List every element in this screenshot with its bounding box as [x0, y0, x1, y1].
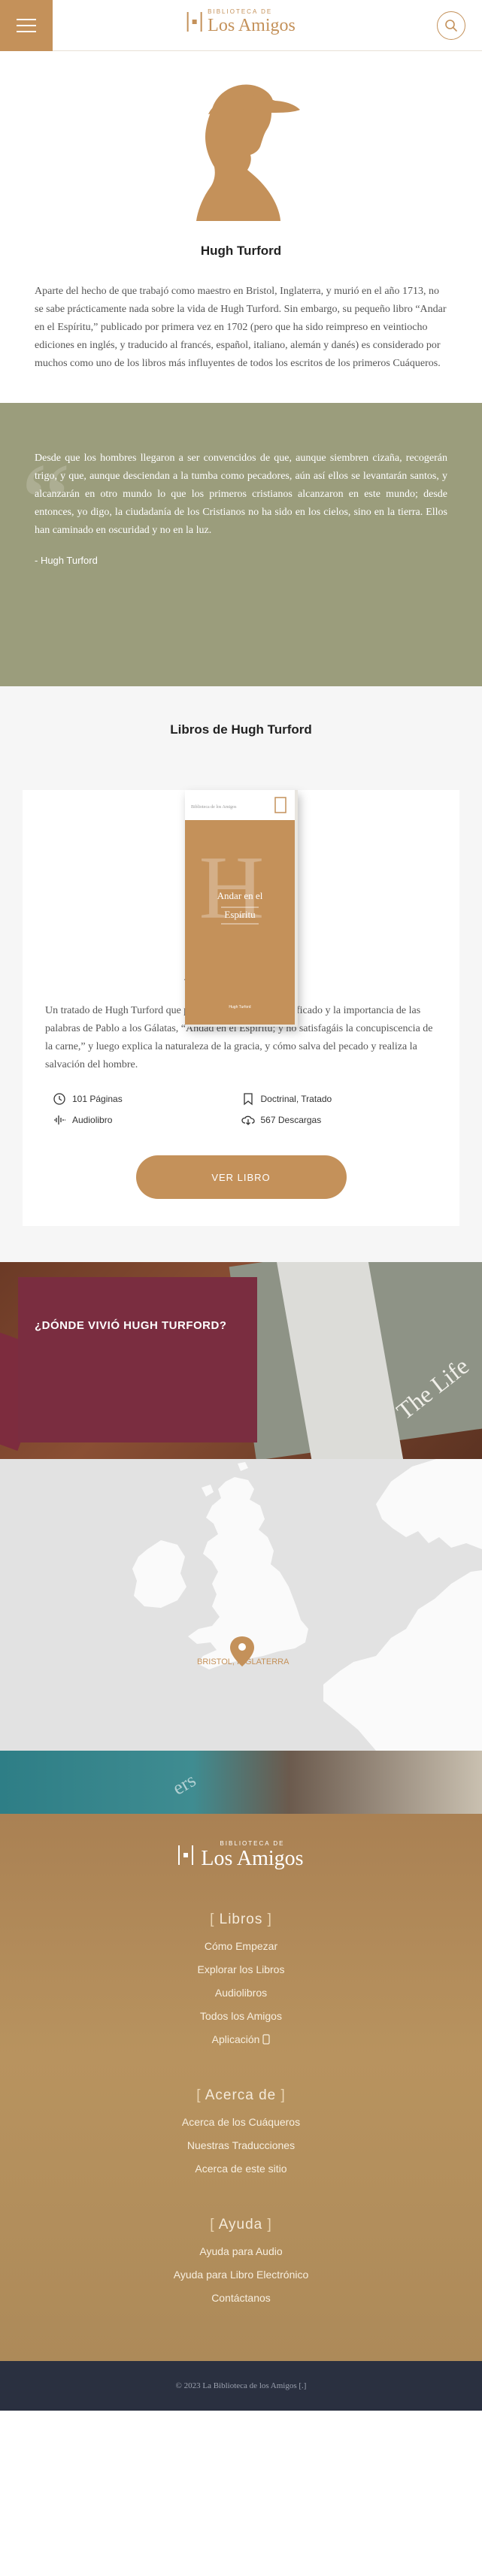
footer-heading: [ Ayuda ] — [210, 2217, 272, 2232]
logo-mark-icon — [178, 1845, 194, 1865]
logo-small-text: BIBLIOTECA DE — [208, 8, 273, 15]
footer-link[interactable]: Nuestras Traducciones — [0, 2139, 482, 2151]
logo-big-text: Los Amigos — [208, 16, 296, 35]
audio-wave-icon — [54, 1115, 65, 1125]
cover-initial: H — [199, 837, 264, 937]
search-icon — [445, 20, 457, 32]
cover-series: Biblioteca de los Amigos — [191, 805, 237, 810]
where-title-box: ¿DÓNDE VIVIÓ HUGH TURFORD? — [18, 1277, 257, 1442]
hamburger-icon — [17, 31, 36, 32]
map-image — [0, 1459, 482, 1751]
copyright-text: © 2023 La Biblioteca de los Amigos [.] — [175, 2381, 307, 2390]
quote-text: Desde que los hombres llegaron a ser con… — [35, 453, 447, 536]
cover-title-line1: Andar en el — [217, 890, 262, 901]
footer-link[interactable]: Acerca de este sitio — [0, 2163, 482, 2175]
view-book-button[interactable]: VER LIBRO — [135, 1155, 347, 1199]
books-section: Libros de Hugh Turford Biblioteca de los… — [0, 686, 482, 1262]
footer-link[interactable]: Cómo Empezar — [0, 1940, 482, 1952]
cloud-download-icon — [241, 1115, 255, 1125]
audio-meta: Audiolibro — [53, 1113, 241, 1127]
where-section: The Life ¿DÓNDE VIVIÓ HUGH TURFORD? — [0, 1262, 482, 1459]
site-footer: ers BIBLIOTECA DE Los Amigos [ Libros ] … — [0, 1751, 482, 2361]
logo-mark-icon — [186, 12, 202, 32]
where-title: ¿DÓNDE VIVIÓ HUGH TURFORD? — [35, 1319, 227, 1332]
quote-author: - Hugh Turford — [35, 555, 98, 566]
footer-link[interactable]: Audiolibros — [0, 1987, 482, 1999]
footer-logo-small-text: BIBLIOTECA DE — [220, 1840, 285, 1847]
footer-link[interactable]: Ayuda para Audio — [0, 2245, 482, 2257]
book-meta: 101 Páginas Doctrinal, Tratado Audiolibr… — [53, 1092, 429, 1127]
audio-text: Audiolibro — [72, 1115, 113, 1125]
downloads-text: 567 Descargas — [260, 1115, 322, 1125]
author-silhouette-image — [196, 84, 300, 221]
footer-logo[interactable]: BIBLIOTECA DE Los Amigos — [178, 1840, 304, 1870]
footer-section-about: [ Acerca de ] Acerca de los Cuáqueros Nu… — [0, 2087, 482, 2175]
cover-author: Hugh Turford — [229, 1005, 250, 1010]
tags-meta: Doctrinal, Tratado — [241, 1092, 430, 1106]
quote-section: “ Desde que los hombres llegaron a ser c… — [0, 403, 482, 686]
phone-icon — [262, 2034, 270, 2045]
footer-heading: [ Libros ] — [210, 1912, 272, 1927]
footer-heading: [ Acerca de ] — [196, 2087, 286, 2103]
footer-link[interactable]: Ayuda para Libro Electrónico — [0, 2269, 482, 2281]
cover-title-line2: Espíritu — [224, 909, 256, 920]
hamburger-icon — [17, 25, 36, 26]
search-button[interactable] — [437, 11, 465, 40]
pages-text: 101 Páginas — [72, 1094, 123, 1104]
footer-section-books: [ Libros ] Cómo Empezar Explorar los Lib… — [0, 1912, 482, 2045]
site-header: BIBLIOTECA DE Los Amigos — [0, 0, 482, 51]
bookmark-icon — [243, 1093, 253, 1106]
footer-link[interactable]: Todos los Amigos — [0, 2010, 482, 2022]
footer-link-app[interactable]: Aplicación — [0, 2033, 482, 2045]
footer-logo-big-text: Los Amigos — [201, 1847, 304, 1870]
menu-button[interactable] — [0, 0, 53, 51]
pages-meta: 101 Páginas — [53, 1092, 241, 1106]
books-section-title: Libros de Hugh Turford — [170, 722, 312, 737]
author-name: Hugh Turford — [200, 244, 282, 258]
author-bio: Aparte del hecho de que trabajó como mae… — [35, 286, 447, 369]
hamburger-icon — [17, 19, 36, 20]
map-section[interactable]: BRISTOL, INGLATERRA — [0, 1459, 482, 1751]
author-section: Hugh Turford Aparte del hecho de que tra… — [0, 51, 482, 403]
site-logo[interactable]: BIBLIOTECA DE Los Amigos — [186, 9, 296, 35]
map-location-label: BRISTOL, INGLATERRA — [197, 1657, 290, 1666]
footer-link[interactable]: Contáctanos — [0, 2292, 482, 2304]
book-cover[interactable]: Biblioteca de los Amigos H Andar en el E… — [184, 790, 298, 1027]
downloads-meta: 567 Descargas — [241, 1113, 430, 1127]
tags-text: Doctrinal, Tratado — [260, 1094, 332, 1104]
copyright-bar: © 2023 La Biblioteca de los Amigos [.] — [0, 2361, 482, 2411]
footer-section-help: [ Ayuda ] Ayuda para Audio Ayuda para Li… — [0, 2217, 482, 2304]
footer-link[interactable]: Explorar los Libros — [0, 1963, 482, 1975]
clock-icon — [53, 1093, 65, 1105]
footer-link[interactable]: Acerca de los Cuáqueros — [0, 2116, 482, 2128]
